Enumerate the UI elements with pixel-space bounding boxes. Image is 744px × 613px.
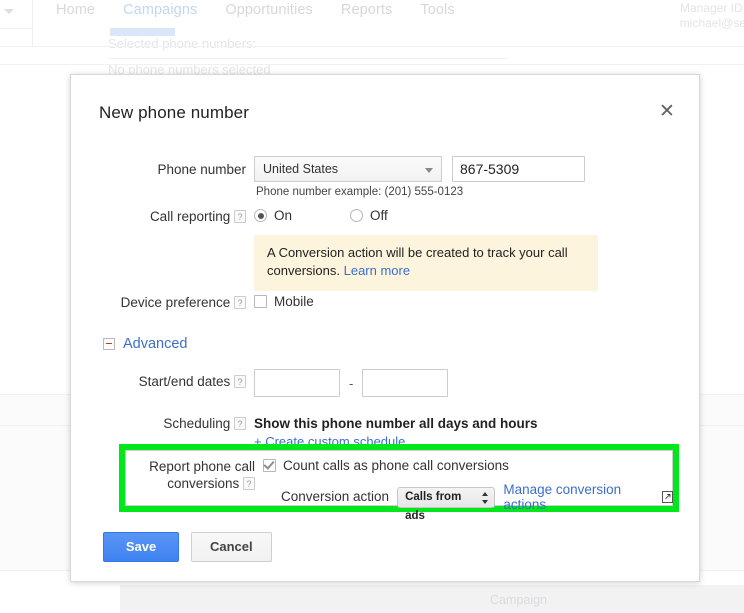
selected-phone-numbers-label: Selected phone numbers: [108,36,257,51]
account-chevron-down-icon[interactable] [4,9,14,14]
learn-more-link[interactable]: Learn more [344,263,410,278]
radio-off-icon[interactable] [350,209,363,222]
background-rule-3 [0,46,744,47]
background-nav-list: Home Campaigns Opportunities Reports Too… [42,2,469,18]
scheduling-summary: Show this phone number all days and hour… [254,416,538,431]
call-reporting-option-on[interactable]: On [254,208,350,223]
close-icon[interactable]: ✕ [655,99,679,123]
collapse-minus-icon[interactable] [103,338,115,350]
phone-number-hint: Phone number example: (201) 555-0123 [256,186,464,198]
dialog-footer-buttons: Save Cancel [103,532,272,562]
nav-item-campaigns[interactable]: Campaigns [109,2,211,18]
call-reporting-label-wrap: Call reporting ? [71,208,254,226]
device-preference-label: Device preference [120,295,231,310]
scheduling-label-wrap: Scheduling ? [71,415,254,433]
up-down-arrows-icon [482,491,489,504]
background-rule-4 [0,64,744,65]
manager-id-block: Manager ID: michael@se [680,1,744,31]
call-reporting-label: Call reporting [149,209,231,224]
report-conversions-label-line2-wrap: conversions ? [135,475,255,492]
table-column-campaign: Campaign [490,593,547,607]
device-preference-help-icon[interactable]: ? [234,296,246,309]
call-reporting-on-label: On [274,208,293,223]
scheduling-help-icon[interactable]: ? [234,417,246,430]
report-conversions-label-line1: Report phone call [149,459,255,474]
call-reporting-row: Call reporting ? On Off [71,208,699,226]
count-calls-checkbox[interactable] [263,459,276,472]
nav-divider [32,0,33,28]
nav-divider-lower [32,28,33,46]
chevron-down-icon [425,168,433,173]
conversion-action-label: Conversion action [281,489,390,504]
phone-number-row: Phone number United States [71,156,699,182]
device-preference-row: Device preference ? Mobile [71,294,699,312]
phone-number-input[interactable] [452,156,585,182]
phone-number-controls: United States [254,156,585,182]
background-rule-2 [0,28,32,29]
conversion-info-text: A Conversion action will be created to t… [267,245,568,278]
save-button[interactable]: Save [103,532,179,562]
advanced-section-toggle[interactable]: Advanced [103,336,188,352]
radio-on-icon[interactable] [254,209,267,222]
report-conversions-highlight: Report phone call conversions ? Count ca… [119,444,679,522]
manage-conversion-actions-link[interactable]: Manage conversion actions [503,482,649,512]
date-range-separator: - [349,375,354,391]
start-end-dates-help-icon[interactable]: ? [234,375,246,388]
campaigns-tab-underline [110,28,175,36]
advanced-label[interactable]: Advanced [123,336,188,352]
start-end-dates-label-wrap: Start/end dates ? [71,369,254,391]
end-date-input[interactable] [362,369,449,397]
conversion-action-row: Conversion action Calls from ads Manage … [281,482,674,522]
start-end-dates-row: Start/end dates ? - [71,369,699,397]
nav-item-home[interactable]: Home [42,2,109,18]
start-date-input[interactable] [254,369,340,397]
conversion-info-box: A Conversion action will be created to t… [254,235,598,291]
phone-number-label: Phone number [157,162,246,177]
call-reporting-radios: On Off [254,208,388,223]
device-preference-label-wrap: Device preference ? [71,294,254,312]
call-reporting-off-label: Off [370,208,388,223]
date-inputs: - [254,369,449,397]
report-conversions-label-line2: conversions [167,476,240,491]
new-phone-number-dialog: New phone number ✕ Phone number United S… [70,74,700,582]
nav-item-opportunities[interactable]: Opportunities [211,2,327,18]
cancel-button[interactable]: Cancel [191,532,272,562]
dialog-title: New phone number [99,103,249,122]
mobile-checkbox[interactable] [254,295,267,308]
report-conversions-label-wrap: Report phone call conversions ? [135,458,255,492]
country-select[interactable]: United States [254,156,442,182]
report-conversions-help-icon[interactable]: ? [243,477,255,490]
background-table-header [120,585,744,613]
call-reporting-help-icon[interactable]: ? [234,210,246,223]
conversion-action-select[interactable]: Calls from ads [397,486,496,522]
nav-item-tools[interactable]: Tools [406,2,468,18]
call-reporting-option-off[interactable]: Off [350,208,388,223]
country-select-value: United States [263,162,339,176]
external-link-icon[interactable] [662,491,674,503]
conversion-action-value: Calls from ads [405,490,462,522]
count-calls-option[interactable]: Count calls as phone call conversions [263,458,509,473]
background-rule-1 [108,58,508,59]
scheduling-label: Scheduling [163,416,231,431]
mobile-label: Mobile [274,294,314,309]
start-end-dates-label: Start/end dates [138,374,231,389]
count-calls-label: Count calls as phone call conversions [283,458,509,473]
manager-email: michael@se [679,16,744,30]
nav-item-reports[interactable]: Reports [327,2,406,18]
manager-id-label: Manager ID: [679,1,744,15]
device-preference-mobile-option[interactable]: Mobile [254,294,314,309]
